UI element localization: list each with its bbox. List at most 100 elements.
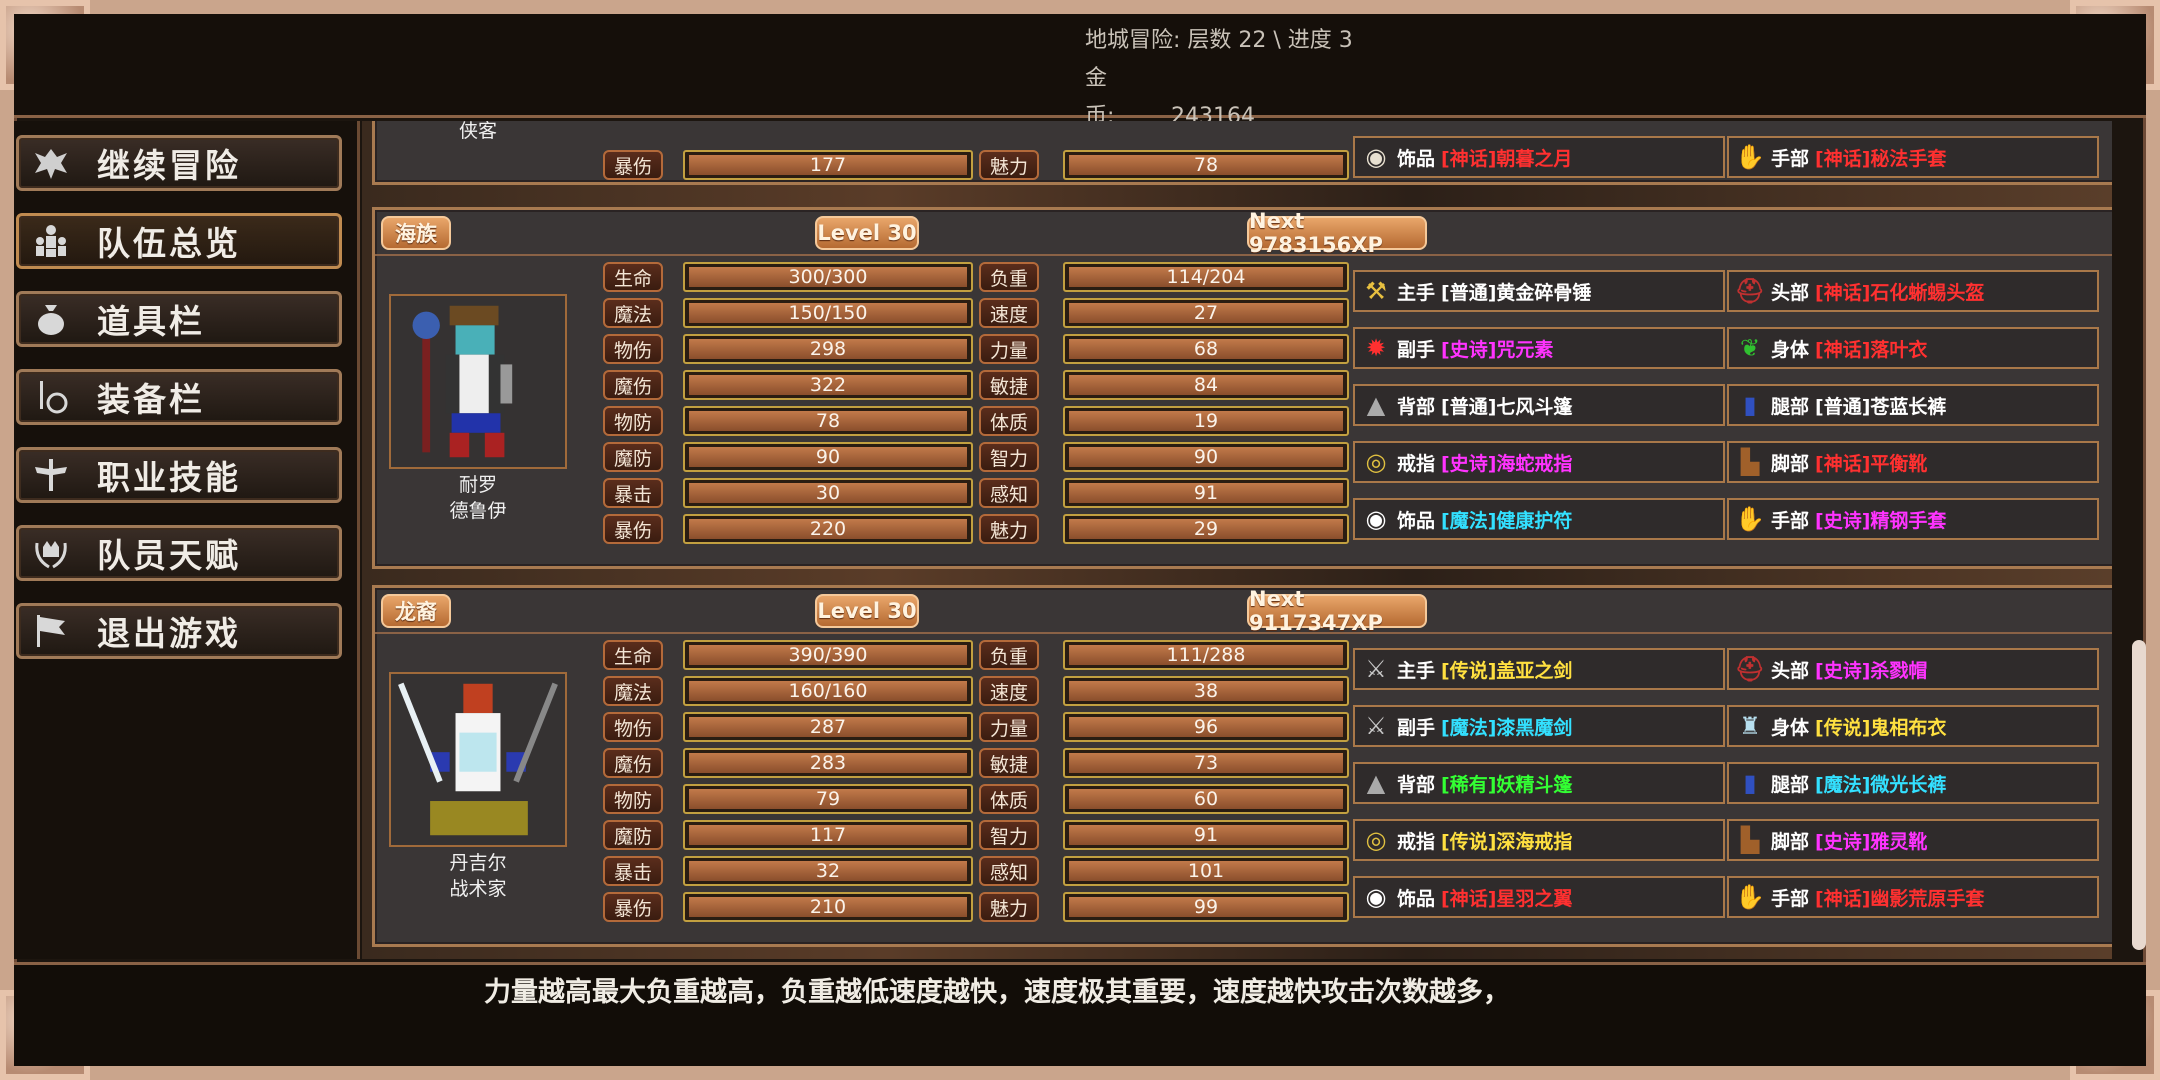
header-divider xyxy=(375,632,2112,634)
equip-item-name: 七风斗篷 xyxy=(1496,395,1573,418)
stat-value: 390/390 xyxy=(788,644,868,666)
equip-slot[interactable]: ▮ 腿部 [普通] 苍蓝长裤 xyxy=(1727,384,2099,426)
dragon-icon xyxy=(27,141,75,185)
stat-label: 体质 xyxy=(979,784,1039,814)
stat-value: 19 xyxy=(1193,410,1219,432)
member-portrait[interactable] xyxy=(389,672,567,847)
stat-value: 300/300 xyxy=(788,266,868,288)
level-badge: Level 30 xyxy=(815,216,919,250)
stat-value: 287 xyxy=(809,716,847,738)
scrollbar[interactable] xyxy=(2132,640,2146,950)
equip-slot[interactable]: ✋ 手部 [神话] 幽影荒原手套 xyxy=(1727,876,2099,918)
equip-rarity: [史诗] xyxy=(1815,830,1871,853)
stat-bar: 210 xyxy=(683,892,973,922)
equip-item-name: 落叶衣 xyxy=(1870,338,1928,361)
menu-member-talents[interactable]: 队员天赋 xyxy=(16,525,342,581)
party-overview-panel[interactable]: 侠客 暴伤 177 魅力 78 ◉ 饰品 [神话] 朝暮之月 ✋ 手部 [神话]… xyxy=(362,121,2112,959)
equip-slot-accessory[interactable]: ◉ 饰品 [神话] 朝暮之月 xyxy=(1353,136,1725,178)
stat-label: 敏捷 xyxy=(979,748,1039,778)
header-divider xyxy=(375,254,2112,256)
equip-slot-name: 戒指 xyxy=(1397,452,1436,475)
member-card: 海族 Level 30 Next 9783156XP 耐罗 德鲁伊 生命 300/300 魔法… xyxy=(372,207,2112,569)
equip-slot[interactable]: ▮ 腿部 [魔法] 微光长裤 xyxy=(1727,762,2099,804)
equip-slot[interactable]: ⚒ 主手 [普通] 黄金碎骨锤 xyxy=(1353,270,1725,312)
leaf-armor-icon: ❦ xyxy=(1739,334,1761,362)
stat-bar: 160/160 xyxy=(683,676,973,706)
stat-bar: 150/150 xyxy=(683,298,973,328)
equip-item-name: 精钢手套 xyxy=(1870,509,1947,532)
stat-label: 速度 xyxy=(979,298,1039,328)
stat-bar: 68 xyxy=(1063,334,1349,364)
equip-item-name: 黄金碎骨锤 xyxy=(1496,281,1592,304)
equip-item-name: 石化蜥蜴头盔 xyxy=(1870,281,1985,304)
equip-slot[interactable]: ▲ 背部 [稀有] 妖精斗篷 xyxy=(1353,762,1725,804)
menu-class-skills[interactable]: 职业技能 xyxy=(16,447,342,503)
equip-slot-name: 饰品 xyxy=(1397,887,1436,910)
equip-rarity: [稀有] xyxy=(1441,773,1497,796)
menu-party-overview[interactable]: 队伍总览 xyxy=(16,213,342,269)
equip-rarity: [神话] xyxy=(1815,452,1871,475)
equip-slot[interactable]: ▙ 脚部 [神话] 平衡靴 xyxy=(1727,441,2099,483)
member-class: 战术家 xyxy=(449,878,507,900)
menu-continue-adventure[interactable]: 继续冒险 xyxy=(16,135,342,191)
stat-value: 114/204 xyxy=(1166,266,1246,288)
equip-slot[interactable]: ⚔ 副手 [魔法] 漆黑魔剑 xyxy=(1353,705,1725,747)
equip-item-name: 秘法手套 xyxy=(1870,147,1947,170)
stat-label: 魅力 xyxy=(979,892,1039,922)
menu-equipment[interactable]: 装备栏 xyxy=(16,369,342,425)
equip-item-name: 妖精斗篷 xyxy=(1496,773,1573,796)
stat-value: 177 xyxy=(809,154,847,176)
equip-item-name: 健康护符 xyxy=(1496,509,1573,532)
stat-bar: 73 xyxy=(1063,748,1349,778)
equip-rarity: [传说] xyxy=(1441,830,1497,853)
menu-exit-game[interactable]: 退出游戏 xyxy=(16,603,342,659)
stat-bar: 117 xyxy=(683,820,973,850)
equip-slot[interactable]: ◎ 戒指 [史诗] 海蛇戒指 xyxy=(1353,441,1725,483)
equip-slot-name: 背部 xyxy=(1397,395,1436,418)
member-portrait[interactable] xyxy=(389,294,567,469)
stat-label: 敏捷 xyxy=(979,370,1039,400)
hud-info: 地城冒险: 层数 22 \ 进度 3 金 币: 243164 xyxy=(1085,22,1353,136)
winged-sword-icon xyxy=(27,453,75,497)
stat-label: 魔防 xyxy=(603,820,663,850)
equip-item-name: 平衡靴 xyxy=(1870,452,1928,475)
stat-bar: 79 xyxy=(683,784,973,814)
pants-icon: ▮ xyxy=(1743,769,1757,797)
spirit-icon: ✹ xyxy=(1365,334,1387,362)
equip-rarity: [史诗] xyxy=(1441,338,1497,361)
equip-slot[interactable]: ◉ 饰品 [魔法] 健康护符 xyxy=(1353,498,1725,540)
equip-slot[interactable]: ⚔ 主手 [传说] 盖亚之剑 xyxy=(1353,648,1725,690)
mace-icon: ⚒ xyxy=(1365,277,1387,305)
amulet-icon: ◉ xyxy=(1365,883,1387,911)
stat-value: 38 xyxy=(1193,680,1219,702)
stat-label: 物防 xyxy=(603,784,663,814)
equip-slot[interactable]: ✹ 副手 [史诗] 咒元素 xyxy=(1353,327,1725,369)
level-badge: Level 30 xyxy=(815,594,919,628)
menu-item-bag[interactable]: 道具栏 xyxy=(16,291,342,347)
stat-value: 27 xyxy=(1193,302,1219,324)
equip-slot[interactable]: ▲ 背部 [普通] 七风斗篷 xyxy=(1353,384,1725,426)
stat-bar: 84 xyxy=(1063,370,1349,400)
stat-label: 力量 xyxy=(979,712,1039,742)
equip-slot-hands[interactable]: ✋ 手部 [神话] 秘法手套 xyxy=(1727,136,2099,178)
equip-slot[interactable]: ◎ 戒指 [传说] 深海戒指 xyxy=(1353,819,1725,861)
equip-slot[interactable]: ❦ 身体 [神话] 落叶衣 xyxy=(1727,327,2099,369)
equip-slot[interactable]: ◉ 饰品 [神话] 星羽之翼 xyxy=(1353,876,1725,918)
equip-slot[interactable]: ✋ 手部 [史诗] 精钢手套 xyxy=(1727,498,2099,540)
menu-label: 队员天赋 xyxy=(97,536,241,575)
equip-slot-name: 背部 xyxy=(1397,773,1436,796)
equip-rarity: [神话] xyxy=(1815,147,1871,170)
equip-rarity: [普通] xyxy=(1815,395,1871,418)
stat-bar: 19 xyxy=(1063,406,1349,436)
equip-slot[interactable]: ▙ 脚部 [史诗] 雅灵靴 xyxy=(1727,819,2099,861)
stat-value: 91 xyxy=(1193,824,1219,846)
equip-slot[interactable]: ♜ 身体 [传说] 鬼相布衣 xyxy=(1727,705,2099,747)
stat-label: 魔伤 xyxy=(603,748,663,778)
stat-bar: 99 xyxy=(1063,892,1349,922)
equip-slot[interactable]: ⛑ 头部 [史诗] 杀戮帽 xyxy=(1727,648,2099,690)
menu-label: 职业技能 xyxy=(97,458,241,497)
equip-slot[interactable]: ⛑ 头部 [神话] 石化蜥蜴头盔 xyxy=(1727,270,2099,312)
stat-label: 暴击 xyxy=(603,856,663,886)
equip-rarity: [史诗] xyxy=(1441,452,1497,475)
stat-value: 96 xyxy=(1193,716,1219,738)
